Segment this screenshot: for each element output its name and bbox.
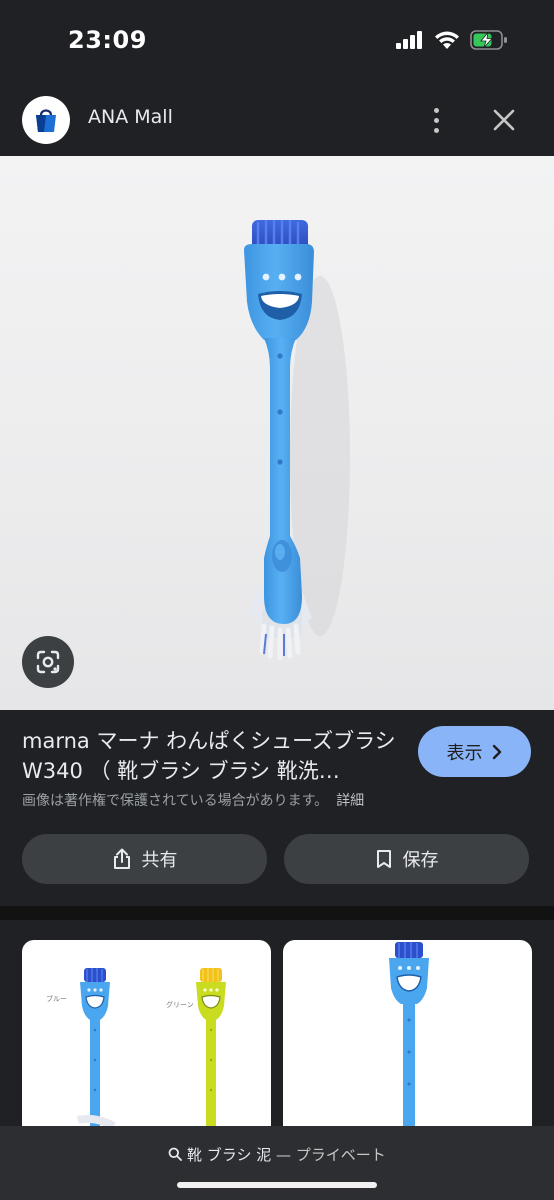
search-icon (168, 1147, 183, 1161)
related-results: ブルー グリーン (0, 920, 554, 1140)
bottom-search-bar[interactable]: 靴 ブラシ 泥 — プライベート (0, 1126, 554, 1200)
color-label-green: グリーン (166, 1001, 194, 1009)
source-name[interactable]: ANA Mall (88, 106, 173, 128)
source-header: ANA Mall (0, 84, 554, 156)
chevron-right-icon (492, 744, 501, 759)
share-icon (113, 848, 130, 869)
more-vert-icon-dot (433, 117, 439, 123)
copyright-notice: 画像は著作権で保護されている場合があります。 詳細 (22, 790, 364, 810)
more-options-button[interactable] (420, 98, 452, 142)
related-card[interactable]: ブルー グリーン (22, 940, 271, 1140)
details-link[interactable]: 詳細 (336, 793, 364, 809)
lens-search-button[interactable] (22, 636, 74, 688)
status-icons (396, 30, 508, 50)
private-mode-label: — プライベート (276, 1146, 386, 1164)
section-divider (0, 906, 554, 920)
search-query: 靴 ブラシ 泥 (186, 1146, 272, 1164)
share-button-label: 共有 (141, 850, 178, 871)
google-lens-icon (36, 650, 60, 674)
source-logo[interactable] (22, 96, 70, 144)
close-icon[interactable] (486, 102, 522, 138)
related-card[interactable] (283, 940, 532, 1140)
wifi-icon (435, 31, 459, 49)
color-label-blue: ブルー (46, 995, 67, 1003)
product-title[interactable]: marna マーナ わんぱくシューズブラシ W340 （ 靴ブラシ ブラシ 靴洗… (22, 726, 402, 786)
single-brush-image (389, 942, 429, 1140)
visit-button[interactable]: 表示 (418, 726, 531, 777)
product-info: marna マーナ わんぱくシューズブラシ W340 （ 靴ブラシ ブラシ 靴洗… (0, 710, 554, 906)
shopping-bag-icon (36, 109, 56, 132)
save-button[interactable]: 保存 (284, 834, 529, 884)
status-time: 23:09 (68, 26, 147, 54)
status-bar: 23:09 (0, 0, 554, 84)
home-indicator[interactable] (177, 1182, 377, 1188)
more-vert-icon-dot (433, 127, 439, 133)
signal-icon (396, 31, 422, 49)
shoe-brush-image (244, 220, 350, 661)
brush-pair-image (77, 968, 226, 1140)
more-vert-icon-dot (433, 107, 439, 113)
copyright-text: 画像は著作権で保護されている場合があります。 (22, 793, 329, 809)
share-button[interactable]: 共有 (22, 834, 267, 884)
bookmark-icon (376, 850, 391, 868)
search-query-row[interactable]: 靴 ブラシ 泥 — プライベート (0, 1144, 554, 1165)
battery-charging-icon (470, 30, 507, 50)
save-button-label: 保存 (402, 850, 439, 871)
visit-button-label: 表示 (446, 742, 483, 764)
product-image[interactable] (0, 156, 554, 710)
